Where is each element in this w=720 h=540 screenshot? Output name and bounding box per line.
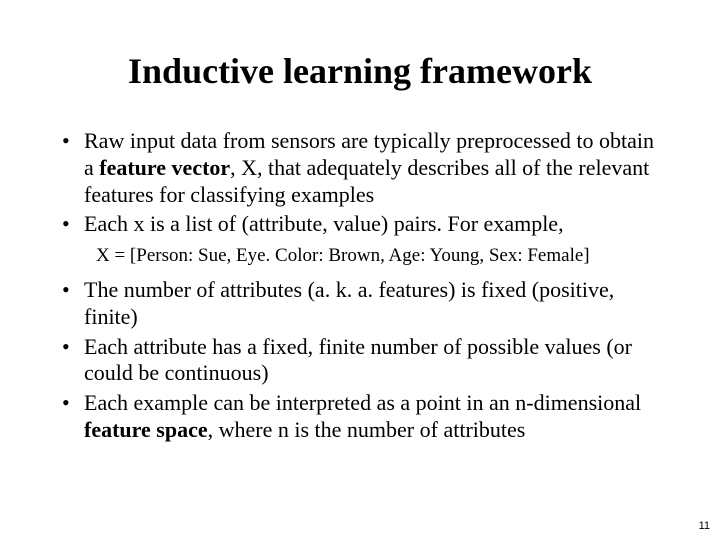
bullet-list: The number of attributes (a. k. a. featu… bbox=[56, 277, 664, 444]
slide-title: Inductive learning framework bbox=[56, 50, 664, 92]
bullet-list: Raw input data from sensors are typicall… bbox=[56, 128, 664, 238]
list-item: Each x is a list of (attribute, value) p… bbox=[56, 211, 664, 238]
list-item: Raw input data from sensors are typicall… bbox=[56, 128, 664, 208]
list-item: Each attribute has a fixed, finite numbe… bbox=[56, 334, 664, 388]
list-item: The number of attributes (a. k. a. featu… bbox=[56, 277, 664, 331]
bullet-text: The number of attributes (a. k. a. featu… bbox=[84, 277, 614, 329]
example-line: X = [Person: Sue, Eye. Color: Brown, Age… bbox=[96, 244, 664, 269]
bullet-text: , where n is the number of attributes bbox=[208, 417, 526, 442]
bullet-text: Each example can be interpreted as a poi… bbox=[84, 390, 641, 415]
slide: Inductive learning framework Raw input d… bbox=[0, 0, 720, 540]
bullet-text: Each attribute has a fixed, finite numbe… bbox=[84, 334, 632, 386]
bullet-text: Each x is a list of (attribute, value) p… bbox=[84, 211, 564, 236]
list-item: Each example can be interpreted as a poi… bbox=[56, 390, 664, 444]
bold-text: feature vector bbox=[99, 155, 230, 180]
page-number: 11 bbox=[699, 520, 710, 532]
bold-text: feature space bbox=[84, 417, 208, 442]
